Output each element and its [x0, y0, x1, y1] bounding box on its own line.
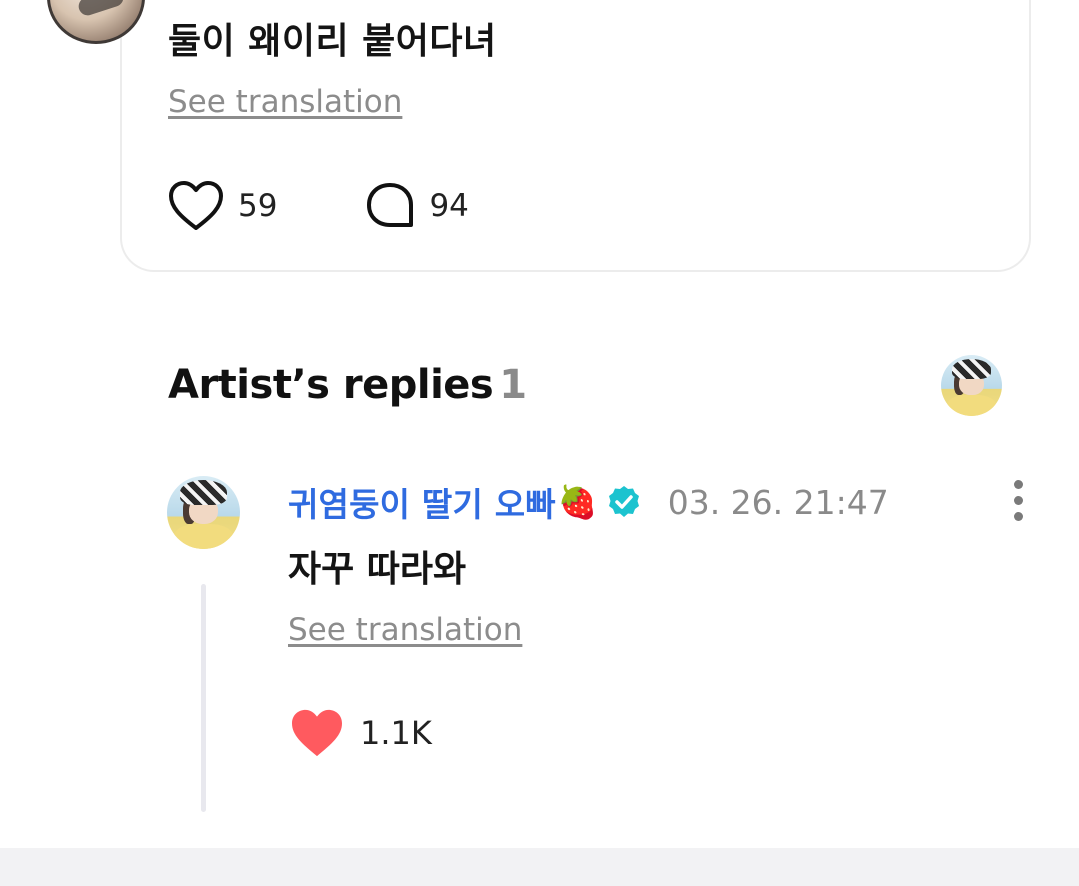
reply-like-count: 1.1K — [360, 714, 432, 752]
post-actions: 59 94 — [168, 180, 557, 232]
reply-see-translation-link[interactable]: See translation — [288, 612, 522, 648]
reply-author-name[interactable]: 귀염둥이 딸기 오빠 — [288, 478, 556, 526]
artist-replies-count: 1 — [499, 362, 527, 408]
post-like-button[interactable]: 59 — [168, 180, 277, 232]
strawberry-emoji: 🍓 — [557, 483, 598, 521]
weverse-post-page: 둘이 왜이리 붙어다녀 See translation 59 94 Artist… — [0, 0, 1079, 886]
post-comment-count: 94 — [429, 188, 469, 224]
heart-filled-icon — [292, 709, 342, 757]
reply-text: 자꾸 따라와 — [288, 549, 467, 590]
artist-replies-title: Artist’s replies — [168, 362, 494, 408]
artist-replies-heading: Artist’s replies 1 — [168, 362, 527, 408]
reply-timestamp: 03. 26. 21:47 — [667, 482, 889, 522]
post-comment-button[interactable]: 94 — [365, 181, 469, 231]
thread-line — [201, 584, 206, 812]
heart-outline-icon — [169, 181, 223, 230]
post-like-count: 59 — [238, 188, 278, 224]
more-options-icon[interactable] — [1006, 480, 1030, 524]
reply-header: 귀염둥이 딸기 오빠 🍓 03. 26. 21:47 — [288, 478, 889, 526]
reply-like-button[interactable]: 1.1K — [290, 708, 432, 758]
artist-replies-avatar[interactable] — [941, 355, 1002, 416]
comment-bubble-icon — [367, 183, 414, 227]
post-text: 둘이 왜이리 붙어다녀 — [168, 21, 497, 62]
reply-author-avatar[interactable] — [167, 476, 240, 549]
verified-badge-icon — [608, 486, 639, 517]
post-see-translation-link[interactable]: See translation — [168, 84, 402, 120]
bottom-divider-bar — [0, 848, 1079, 886]
